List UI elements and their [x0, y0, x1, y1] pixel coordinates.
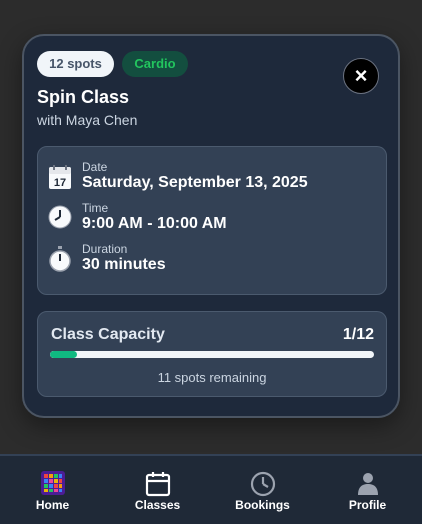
close-icon: ×: [354, 63, 368, 88]
clock-icon: [48, 205, 74, 231]
calendar-icon: 17: [48, 164, 74, 190]
capacity-count: 1/12: [342, 326, 374, 343]
time-label: Time: [82, 201, 109, 215]
spots-remaining: 11 spots remaining: [157, 370, 267, 385]
capacity-title: Class Capacity: [51, 326, 165, 343]
class-detail-modal: 12 spots Cardio × Spin Class with Maya C…: [22, 34, 400, 418]
person-icon: [356, 471, 380, 500]
nav-label-classes: Classes: [134, 498, 181, 512]
close-button[interactable]: ×: [343, 58, 379, 94]
duration-label: Duration: [82, 242, 128, 256]
stopwatch-icon: [48, 246, 74, 272]
category-badge: Cardio: [122, 51, 188, 77]
svg-text:17: 17: [54, 177, 66, 189]
time-value: 9:00 AM - 10:00 AM: [82, 215, 227, 232]
capacity-progress-fill: [50, 351, 77, 358]
nav-item-home[interactable]: Home: [0, 456, 105, 524]
date-value: Saturday, September 13, 2025: [82, 174, 308, 191]
capacity-progress-bar: [50, 351, 374, 358]
nav-item-profile[interactable]: Profile: [315, 456, 420, 524]
instructor-name: with Maya Chen: [37, 112, 138, 128]
nav-label-bookings: Bookings: [235, 498, 290, 512]
nav-item-bookings[interactable]: Bookings: [210, 456, 315, 524]
class-title: Spin Class: [37, 87, 130, 107]
home-grid-icon: [40, 471, 65, 500]
spots-badge: 12 spots: [37, 51, 114, 77]
nav-item-classes[interactable]: Classes: [105, 456, 210, 524]
duration-value: 30 minutes: [82, 256, 166, 273]
nav-label-profile: Profile: [348, 498, 387, 512]
class-details-panel: 17 Date Saturday, September 13, 2025 Tim…: [37, 146, 387, 295]
date-label: Date: [82, 160, 108, 174]
nav-label-home: Home: [35, 498, 70, 512]
bottom-nav-bar: Home Classes Bookings Profile: [0, 454, 422, 524]
class-capacity-panel: Class Capacity 1/12 11 spots remaining: [37, 311, 387, 397]
